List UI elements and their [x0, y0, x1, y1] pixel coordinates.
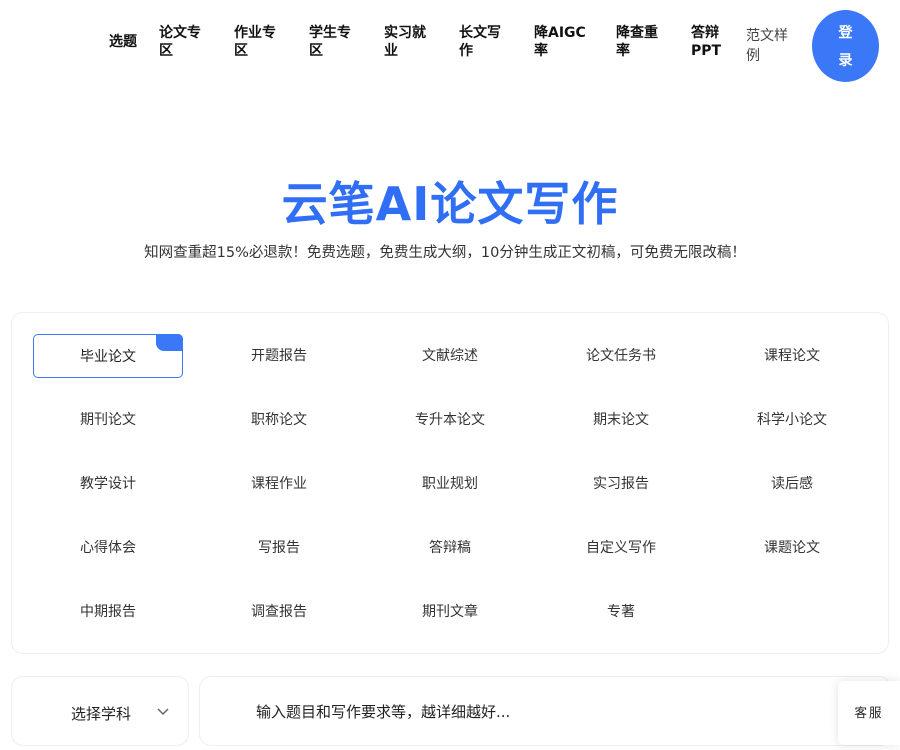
category-item[interactable]: 职业规划	[375, 462, 525, 506]
login-button[interactable]: 登录	[812, 10, 879, 82]
chevron-down-icon	[157, 708, 169, 716]
hero-subtitle: 知网查重超15%必退款！免费选题，免费生成大纲，10分钟生成正文初稿，可免费无限…	[144, 245, 746, 261]
nav-item-reduce-duplicate[interactable]: 降查重率	[616, 24, 668, 60]
category-item[interactable]: 开题报告	[204, 334, 354, 378]
nav-item-student[interactable]: 学生专区	[309, 24, 361, 60]
prompt-input[interactable]	[256, 699, 816, 725]
category-item[interactable]: 期刊论文	[33, 398, 183, 442]
prompt-box	[199, 676, 891, 746]
category-item[interactable]: 科学小论文	[717, 398, 867, 442]
subject-select[interactable]: 选择学科	[11, 676, 189, 746]
category-item[interactable]: 调查报告	[204, 590, 354, 634]
category-item[interactable]: 专著	[546, 590, 696, 634]
category-item[interactable]: 写报告	[204, 526, 354, 570]
nav-item-thesis[interactable]: 论文专区	[159, 24, 211, 60]
category-item[interactable]: 答辩稿	[375, 526, 525, 570]
category-item[interactable]: 毕业论文	[33, 334, 183, 378]
nav-item-homework[interactable]: 作业专区	[234, 24, 286, 60]
category-item[interactable]: 心得体会	[33, 526, 183, 570]
category-item[interactable]: 专升本论文	[375, 398, 525, 442]
nav-item-topic[interactable]: 选题	[109, 33, 161, 51]
category-item[interactable]: 中期报告	[33, 590, 183, 634]
category-card: 毕业论文 开题报告 文献综述 论文任务书 课程论文期刊论文 职称论文 专升本论文 期末论文 科学…	[11, 312, 889, 654]
nav-item-reduce-aigc[interactable]: 降AIGC率	[534, 24, 590, 60]
category-item[interactable]: 期末论文	[546, 398, 696, 442]
category-item[interactable]: 课程论文	[717, 334, 867, 378]
category-item[interactable]: 自定义写作	[546, 526, 696, 570]
customer-service-button[interactable]: 客服	[838, 681, 900, 745]
category-item[interactable]: 文献综述	[375, 334, 525, 378]
category-item[interactable]: 职称论文	[204, 398, 354, 442]
category-item[interactable]: 期刊文章	[375, 590, 525, 634]
nav-item-internship[interactable]: 实习就业	[384, 24, 436, 60]
subject-select-label: 选择学科	[71, 705, 132, 723]
category-item[interactable]: 论文任务书	[546, 334, 696, 378]
category-item-label: 毕业论文	[80, 349, 136, 365]
nav-item-samples[interactable]: 范文样例	[746, 26, 792, 66]
nav-item-defense-ppt[interactable]: 答辩PPT	[691, 24, 725, 60]
top-nav: 选题 论文专区 作业专区 学生专区 实习就业 长文写作 降AIGC率 降查重率 …	[0, 0, 900, 90]
category-item[interactable]: 读后感	[717, 462, 867, 506]
category-item[interactable]: 实习报告	[546, 462, 696, 506]
nav-item-long-writing[interactable]: 长文写作	[459, 24, 511, 60]
category-item[interactable]: 教学设计	[33, 462, 183, 506]
hero-title: 云笔AI论文写作	[281, 177, 619, 231]
category-item[interactable]: 课程作业	[204, 462, 354, 506]
selected-corner-badge	[156, 334, 183, 351]
category-item[interactable]: 课题论文	[717, 526, 867, 570]
